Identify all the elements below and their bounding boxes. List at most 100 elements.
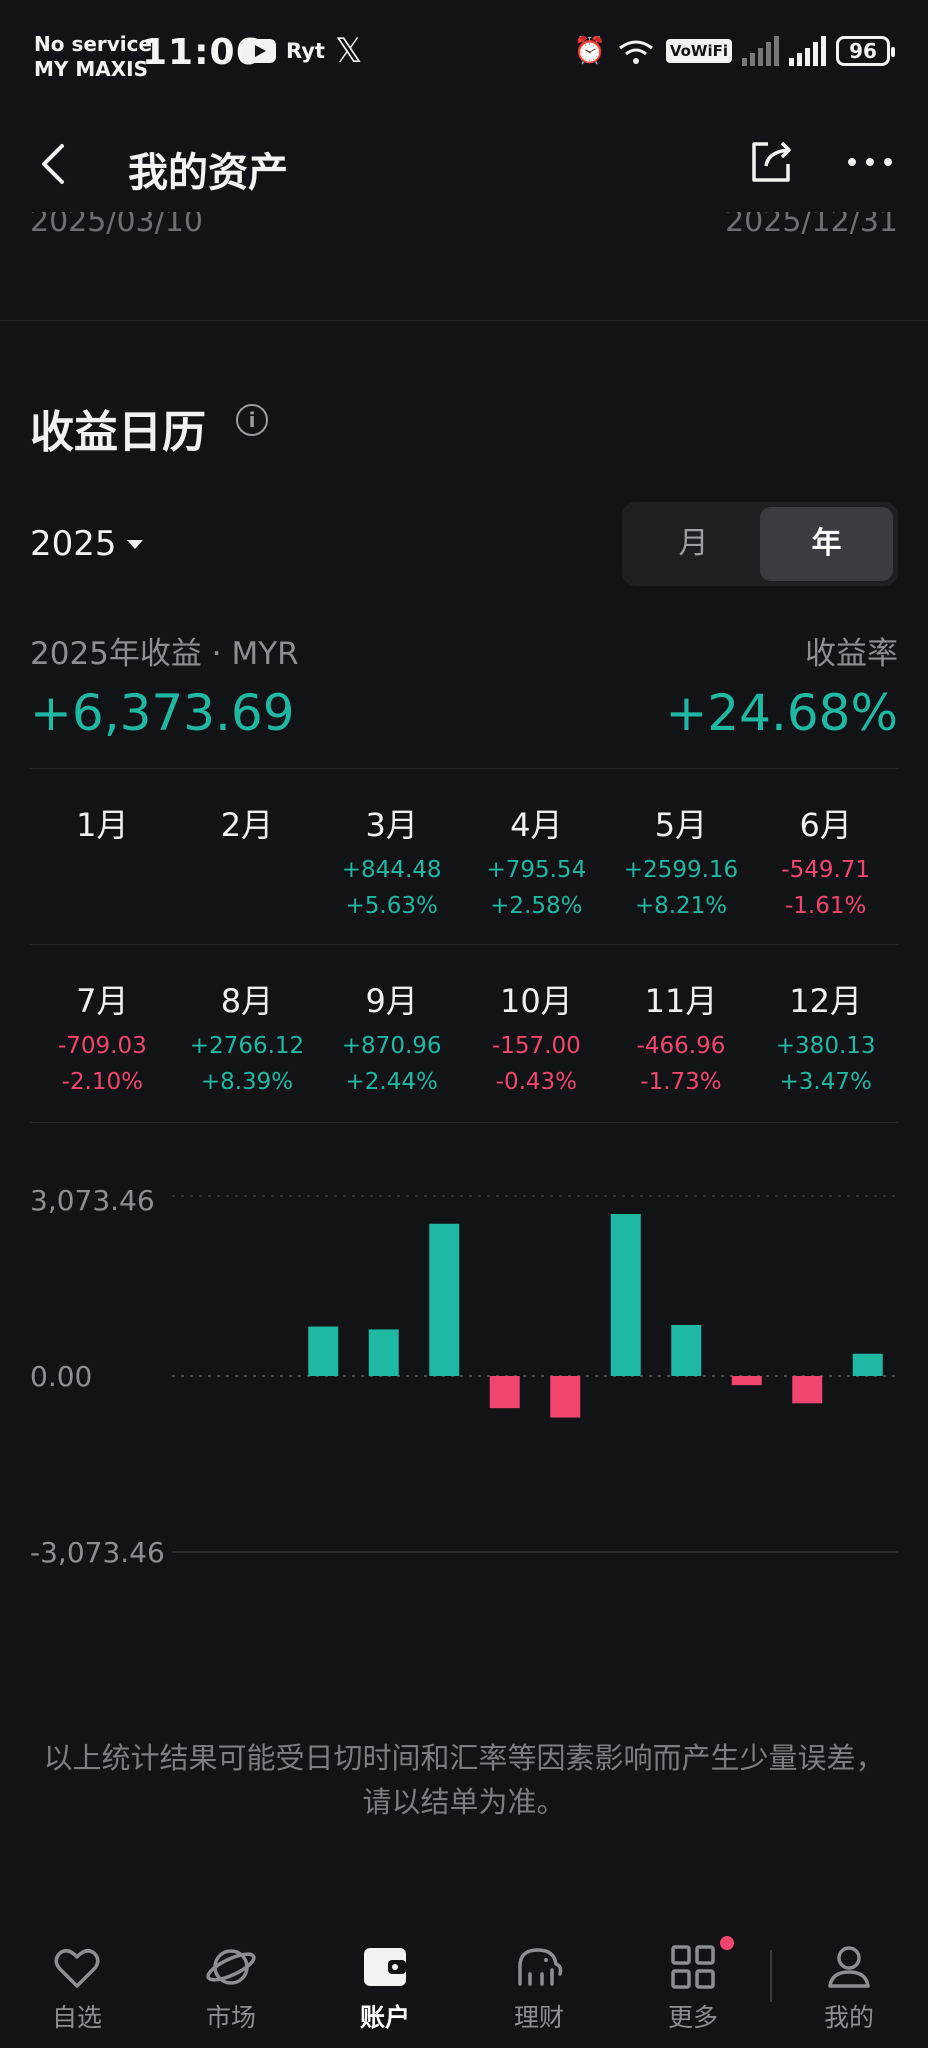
month-percent: +5.63% bbox=[345, 893, 438, 919]
month-amount: -466.96 bbox=[636, 1033, 726, 1059]
tab-year[interactable]: 年 bbox=[760, 507, 893, 581]
month-cell[interactable]: 5月 +2599.16 +8.21% bbox=[609, 770, 754, 946]
nav-label: 市场 bbox=[205, 2003, 256, 2032]
nav-label: 理财 bbox=[513, 2003, 564, 2032]
month-grid-second-half: 7月 -709.03 -2.10% 8月 +2766.12 +8.39% 9月 +870.96… bbox=[30, 946, 898, 1122]
signal-sim1-icon bbox=[789, 36, 826, 66]
bar-7月[interactable] bbox=[550, 1376, 581, 1418]
bar-chart-svg bbox=[172, 1195, 898, 1553]
signal-sim2-icon bbox=[742, 36, 779, 66]
month-percent: +8.39% bbox=[200, 1069, 294, 1095]
month-cell[interactable]: 3月 +844.48 +5.63% bbox=[319, 770, 464, 946]
tab-month[interactable]: 月 bbox=[627, 507, 760, 581]
period-toggle: 月 年 bbox=[622, 502, 898, 586]
month-amount: +380.13 bbox=[775, 1033, 876, 1059]
section-divider bbox=[0, 320, 928, 321]
month-name: 5月 bbox=[654, 806, 708, 844]
month-name: 1月 bbox=[76, 806, 129, 844]
month-row-divider bbox=[30, 944, 898, 945]
planet-icon bbox=[206, 1949, 256, 1985]
info-icon[interactable]: i bbox=[236, 404, 268, 436]
bar-3月[interactable] bbox=[308, 1326, 339, 1376]
carrier-line1: No service bbox=[34, 32, 153, 56]
yearly-profit-label: 2025年收益 · MYR bbox=[30, 636, 299, 672]
month-name: 12月 bbox=[789, 982, 863, 1020]
vowifi-icon: VoWiFi bbox=[665, 39, 732, 63]
bar-4月[interactable] bbox=[368, 1329, 399, 1376]
person-icon bbox=[828, 1946, 870, 1988]
alarm-icon: ⏰ bbox=[573, 36, 606, 66]
summary-divider bbox=[30, 768, 898, 769]
more-options-icon[interactable] bbox=[842, 134, 898, 190]
month-name: 11月 bbox=[644, 982, 718, 1020]
wallet-icon bbox=[364, 1948, 406, 1986]
app-header: 我的资产 bbox=[0, 110, 928, 220]
month-amount: -157.00 bbox=[491, 1033, 581, 1059]
grid-bottom-divider bbox=[30, 1122, 898, 1123]
share-icon[interactable] bbox=[744, 134, 800, 190]
month-percent: +3.47% bbox=[779, 1069, 872, 1095]
nav-account[interactable]: 账户 bbox=[308, 1920, 462, 2048]
return-rate-label: 收益率 bbox=[805, 636, 898, 672]
month-amount: +2766.12 bbox=[189, 1033, 305, 1059]
range-end-date: 2025/12/31 bbox=[725, 212, 898, 236]
bar-5月[interactable] bbox=[429, 1223, 460, 1376]
month-cell[interactable]: 4月 +795.54 +2.58% bbox=[464, 770, 609, 946]
heart-icon bbox=[54, 1949, 100, 1988]
nav-market[interactable]: 市场 bbox=[154, 1920, 308, 2048]
nav-label: 我的 bbox=[823, 2003, 874, 2032]
nav-watchlist[interactable]: 自选 bbox=[0, 1920, 154, 2048]
month-percent: +2.44% bbox=[345, 1069, 438, 1095]
section-title: 收益日历 bbox=[30, 407, 206, 458]
bar-12月[interactable] bbox=[852, 1353, 883, 1376]
month-cell[interactable]: 11月 -466.96 -1.73% bbox=[609, 946, 754, 1122]
carrier-line2: MY MAXIS bbox=[34, 57, 148, 81]
month-cell[interactable]: 6月 -549.71 -1.61% bbox=[753, 770, 898, 946]
bar-10月[interactable] bbox=[731, 1376, 762, 1386]
grid-icon bbox=[671, 1945, 715, 1989]
year-value: 2025 bbox=[30, 524, 117, 564]
month-percent: +8.21% bbox=[634, 893, 728, 919]
month-cell[interactable]: 9月 +870.96 +2.44% bbox=[319, 946, 464, 1122]
bar-6月[interactable] bbox=[489, 1376, 520, 1409]
month-cell[interactable]: 1月 bbox=[30, 770, 175, 946]
nav-more[interactable]: 更多 bbox=[616, 1920, 770, 2048]
carrier-info: No service MY MAXIS bbox=[34, 32, 152, 82]
disclaimer-text: 以上统计结果可能受日切时间和汇率等因素影响而产生少量误差，请以结单为准。 bbox=[43, 1741, 885, 1819]
notification-dot bbox=[720, 1936, 734, 1950]
nav-label: 账户 bbox=[359, 2003, 410, 2032]
elephant-icon bbox=[518, 1948, 563, 1986]
monthly-profit-chart: 3,073.46 0.00 -3,073.46 bbox=[0, 1160, 928, 1580]
month-cell[interactable]: 2月 bbox=[175, 770, 320, 946]
year-dropdown[interactable]: 2025 bbox=[30, 524, 143, 564]
nav-wealth[interactable]: 理财 bbox=[462, 1920, 616, 2048]
month-name: 6月 bbox=[799, 806, 852, 844]
nav-label: 更多 bbox=[667, 2003, 718, 2032]
youtube-icon bbox=[242, 39, 276, 63]
page-title: 我的资产 bbox=[128, 150, 288, 196]
back-arrow-icon[interactable] bbox=[32, 134, 82, 194]
notification-icons: Ryt 𝕏 bbox=[242, 34, 362, 68]
month-name: 8月 bbox=[220, 982, 274, 1020]
month-cell[interactable]: 8月 +2766.12 +8.39% bbox=[175, 946, 320, 1122]
month-cell[interactable]: 10月 -157.00 -0.43% bbox=[464, 946, 609, 1122]
status-bar: No service MY MAXIS 11:06 Ryt 𝕏 ⏰ VoWiFi… bbox=[0, 0, 928, 110]
month-grid-first-half: 1月 2月 3月 +844.48 +5.63% 4月 +795.54 +2.58% 5月 +259… bbox=[30, 770, 898, 946]
month-cell[interactable]: 7月 -709.03 -2.10% bbox=[30, 946, 175, 1122]
bottom-navigation: 自选 市场 账户 理财 更多 我的 bbox=[0, 1920, 928, 2048]
ryt-app-icon: Ryt bbox=[286, 39, 325, 63]
month-amount: +795.54 bbox=[486, 857, 587, 883]
nav-me[interactable]: 我的 bbox=[772, 1920, 926, 2048]
bar-9月[interactable] bbox=[671, 1324, 702, 1376]
nav-label: 自选 bbox=[51, 2003, 102, 2032]
month-amount: +844.48 bbox=[341, 857, 442, 883]
bar-8月[interactable] bbox=[610, 1213, 641, 1376]
system-icons: ⏰ VoWiFi 96 bbox=[573, 36, 895, 66]
month-name: 9月 bbox=[365, 982, 418, 1020]
month-percent: -2.10% bbox=[61, 1069, 144, 1095]
month-cell[interactable]: 12月 +380.13 +3.47% bbox=[753, 946, 898, 1122]
month-percent: -1.61% bbox=[784, 893, 867, 919]
month-name: 4月 bbox=[510, 806, 563, 844]
yearly-profit-value: +6,373.69 bbox=[30, 684, 295, 742]
bar-11月[interactable] bbox=[792, 1376, 823, 1404]
